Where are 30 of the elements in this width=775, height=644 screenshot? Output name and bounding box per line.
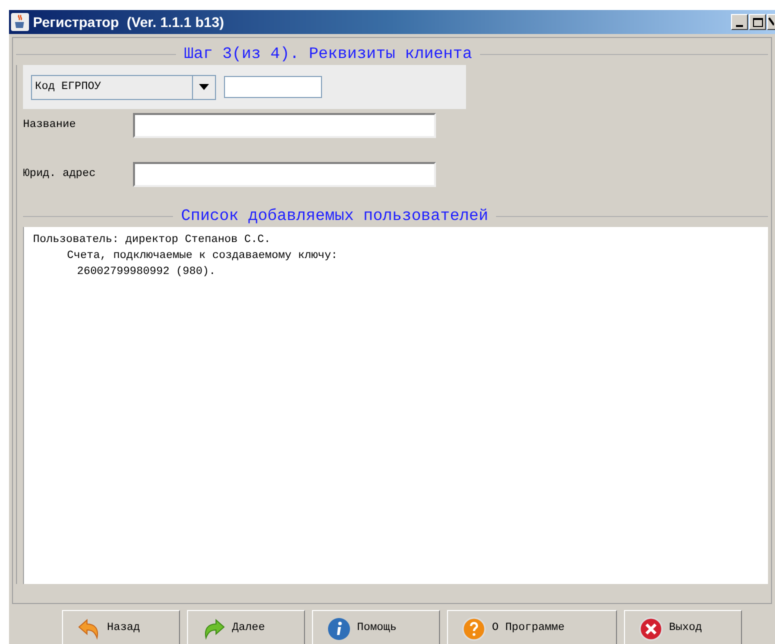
info-icon (327, 616, 351, 640)
code-dropdown[interactable]: Код ЕГРПОУ (31, 74, 216, 100)
java-cup-icon (11, 13, 29, 31)
close-icon (639, 616, 663, 640)
list-title: Список добавляемых пользователей (180, 206, 490, 227)
maximize-button[interactable] (749, 14, 766, 30)
close-button[interactable] (767, 14, 775, 30)
caret-icon (199, 84, 209, 90)
code-field[interactable] (224, 76, 322, 98)
list-line: Пользователь: директор Степанов С.С. (33, 233, 271, 248)
back-arrow-icon (77, 618, 101, 640)
minimize-button[interactable] (731, 14, 748, 30)
list-line: Счета, подключаемые к создаваемому ключу: (67, 249, 338, 264)
window-title: Регистратор (Ver. 1.1.1 b13) (33, 12, 224, 32)
text-field[interactable] (133, 162, 436, 187)
forward-arrow-icon (202, 618, 226, 640)
field-label: Юрид. адрес (23, 167, 97, 182)
step-title: Шаг 3(из 4). Реквизиты клиента (183, 44, 474, 65)
action-button[interactable]: О Программе (447, 610, 617, 644)
close-icon (768, 17, 774, 27)
minimize-icon (736, 25, 743, 27)
action-button[interactable]: Выход (624, 610, 742, 644)
field-label: Название (23, 118, 77, 134)
action-button[interactable]: Помощь (312, 610, 440, 644)
question-icon (462, 616, 486, 640)
text-field[interactable] (133, 113, 436, 138)
maximize-icon (752, 18, 762, 26)
list-line: 26002799980992 (980). (77, 265, 216, 280)
action-button[interactable]: Назад (62, 610, 180, 644)
action-button[interactable]: Далее (187, 610, 305, 644)
